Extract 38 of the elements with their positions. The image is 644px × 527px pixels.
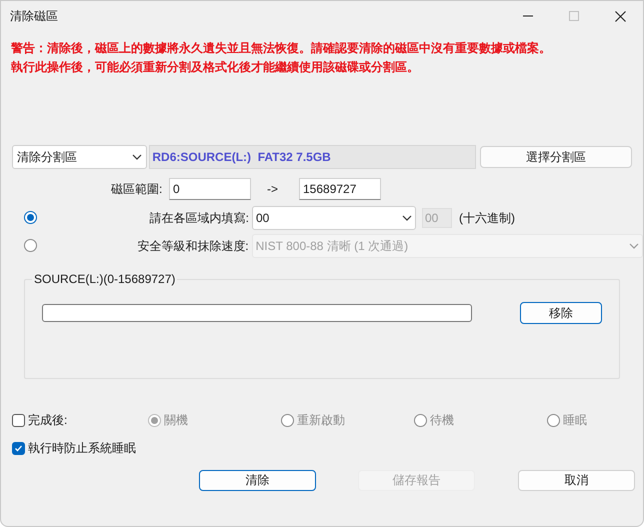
mode-dropdown[interactable]: 清除分割區	[12, 145, 148, 169]
range-end-field[interactable]: 15689727	[299, 178, 381, 200]
warning-text: 警告：清除後，磁區上的數據將永久遺失並且無法恢復。請確認要清除的磁區中沒有重要數據或檔案。	[11, 40, 552, 56]
chevron-down-icon	[402, 214, 412, 220]
radio-button[interactable]	[24, 211, 37, 224]
hex-note: (十六進制)	[459, 210, 515, 226]
chevron-down-icon	[132, 154, 142, 160]
close-icon[interactable]	[614, 10, 626, 22]
chevron-down-icon	[629, 242, 639, 248]
minimize-icon[interactable]	[523, 15, 533, 17]
fill-value-dropdown[interactable]: 00	[252, 206, 416, 230]
dialog-button[interactable]: 取消	[518, 470, 635, 490]
remove-button[interactable]: 移除	[520, 302, 602, 324]
after-complete-label: 完成後:	[28, 412, 68, 429]
radio-button[interactable]	[281, 414, 294, 426]
range-arrow: ->	[267, 181, 280, 198]
range-label: 磁區範圍:	[111, 181, 164, 198]
select-partition-button[interactable]: 選擇分割區	[480, 146, 632, 168]
partition-field: RD6:SOURCE(L:) FAT32 7.5GB	[149, 145, 476, 169]
checkbox[interactable]	[12, 414, 25, 426]
method-label: 安全等級和抹除速度:	[136, 238, 250, 254]
radio-button[interactable]	[148, 414, 161, 426]
after-complete-option: 睡眠	[563, 411, 587, 429]
method-label: 請在各區域内填寫:	[148, 210, 250, 226]
radio-button[interactable]	[547, 414, 560, 426]
after-complete-option: 關機	[164, 411, 188, 429]
window-title: 清除磁區	[10, 8, 58, 25]
range-start-field[interactable]: 0	[169, 178, 251, 200]
hex-field: 00	[422, 208, 452, 228]
warning-text: 執行此操作後，可能必須重新分割及格式化後才能繼續使用該磁碟或分割區。	[11, 59, 420, 75]
radio-button[interactable]	[414, 414, 427, 426]
after-complete-option: 重新啟動	[297, 411, 345, 429]
check-icon	[14, 444, 23, 452]
after-complete-option: 待機	[430, 411, 454, 429]
group-title: SOURCE(L:)(0-15689727)	[32, 271, 178, 287]
prevent-sleep-label: 執行時防止系統睡眠	[28, 440, 136, 457]
dialog-button[interactable]: 清除	[199, 470, 316, 490]
checkbox[interactable]	[12, 442, 25, 454]
